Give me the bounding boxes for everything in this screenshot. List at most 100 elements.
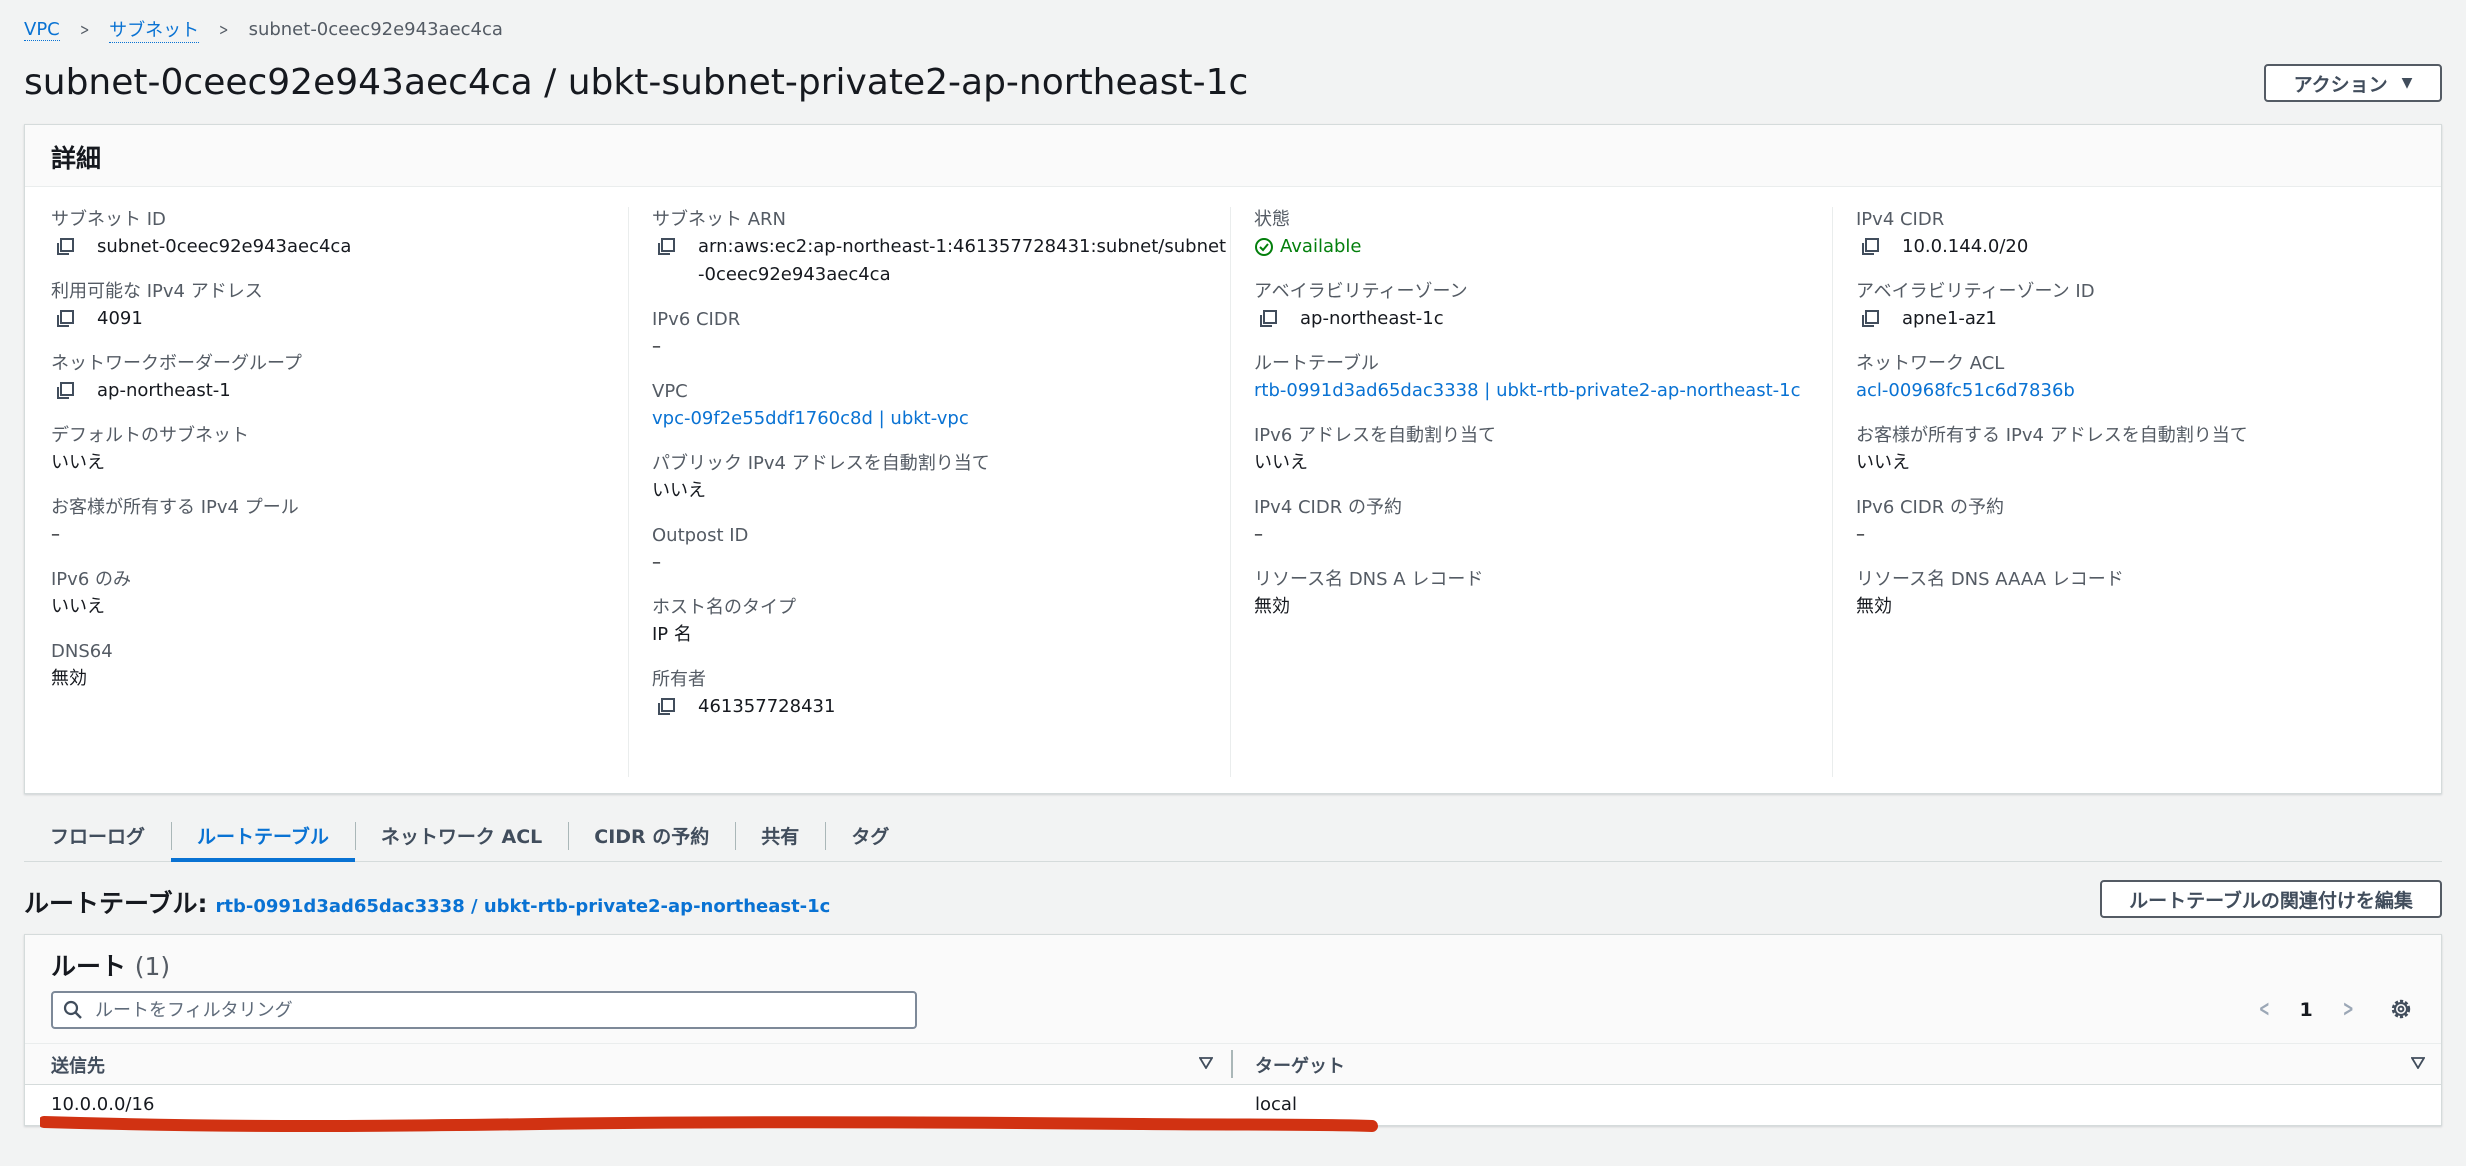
copy-icon[interactable] [1860,309,1880,329]
details-header: 詳細 [25,125,2441,187]
detail-field-value-row: apne1-az1 [1856,305,2436,333]
routes-filter-input[interactable] [95,999,875,1021]
tab-network-acl[interactable]: ネットワーク ACL [354,812,568,862]
routes-count: (1) [134,952,171,981]
detail-field-label: ホスト名のタイプ [652,597,796,618]
column-divider [628,207,629,777]
sort-icon[interactable] [2411,1057,2425,1069]
detail-field: VPC vpc-09f2e55ddf1760c8d | ubkt-vpc [652,379,1232,433]
detail-field: ネットワークボーダーグループ ap-northeast-1 [51,351,631,405]
detail-field-label: VPC [652,381,688,402]
detail-field-value: ap-northeast-1c [1300,308,1444,329]
column-header-destination[interactable]: 送信先 [51,1052,105,1078]
route-table-link[interactable]: rtb-0991d3ad65dac3338 / ubkt-rtb-private… [216,896,831,917]
detail-field-label: 状態 [1254,209,1290,230]
tab-cidr-reservations[interactable]: CIDR の予約 [568,812,735,862]
detail-field-value-row: 4091 [51,305,631,333]
detail-field-value: IP 名 [652,624,692,645]
detail-field-value: – [652,336,661,357]
detail-field-label: アベイラビリティーゾーン [1254,281,1468,302]
tab-route-table[interactable]: ルートテーブル [171,812,355,862]
detail-field-value-row: arn:aws:ec2:ap-northeast-1:461357728431:… [652,233,1232,289]
red-annotation-underline [40,1116,1378,1132]
detail-field: 利用可能な IPv4 アドレス 4091 [51,279,631,333]
search-icon [63,1000,82,1019]
detail-field: サブネット ID subnet-0ceec92e943aec4ca [51,207,631,261]
detail-field-value-row: いいえ [51,593,631,621]
tab-sharing[interactable]: 共有 [735,812,825,862]
column-resizer[interactable] [1231,1050,1233,1078]
pagination: < 1 > [2255,997,2357,1022]
detail-field: ルートテーブル rtb-0991d3ad65dac3338 | ubkt-rtb-… [1254,351,1834,405]
chevron-left-icon[interactable]: < [2259,997,2270,1022]
detail-field-value: いいえ [1254,452,1308,473]
copy-icon[interactable] [55,381,75,401]
detail-field: お客様が所有する IPv4 プール – [51,495,631,549]
detail-field-value: 無効 [51,668,87,689]
chevron-right-icon[interactable]: > [2342,997,2353,1022]
detail-field-label: お客様が所有する IPv4 プール [51,497,299,518]
detail-field-label: リソース名 DNS AAAA レコード [1856,569,2124,590]
status-badge: Available [1254,233,1361,261]
routes-title: ルート (1) [51,947,170,983]
detail-field-label: リソース名 DNS A レコード [1254,569,1484,590]
edit-route-table-association-button[interactable]: ルートテーブルの関連付けを編集 [2100,880,2442,918]
detail-field-value: – [1254,524,1263,545]
breadcrumb: VPC > サブネット > subnet-0ceec92e943aec4ca [24,16,503,43]
detail-field-value-row: vpc-09f2e55ddf1760c8d | ubkt-vpc [652,405,1232,433]
detail-field-label: IPv6 のみ [51,569,131,590]
breadcrumb-vpc-link[interactable]: VPC [24,19,60,41]
detail-field-value: – [51,524,60,545]
detail-field-link[interactable]: vpc-09f2e55ddf1760c8d | ubkt-vpc [652,405,969,433]
tab-tags[interactable]: タグ [825,812,915,862]
page-number[interactable]: 1 [2299,999,2312,1021]
copy-icon[interactable] [1860,237,1880,257]
detail-field-label: デフォルトのサブネット [51,425,249,446]
detail-field: IPv6 CIDR の予約 – [1856,495,2436,549]
details-column-3: 状態 Available アベイラビリティーゾーン ap-northeast-1c ルー… [1254,207,1834,639]
copy-icon[interactable] [1258,309,1278,329]
detail-field-value-row: ap-northeast-1 [51,377,631,405]
details-column-2: サブネット ARN arn:aws:ec2:ap-northeast-1:4613… [652,207,1232,739]
copy-icon[interactable] [55,237,75,257]
breadcrumb-subnets-link[interactable]: サブネット [109,16,200,43]
detail-field: リソース名 DNS A レコード 無効 [1254,567,1834,621]
breadcrumb-current: subnet-0ceec92e943aec4ca [248,19,503,40]
detail-field: DNS64 無効 [51,639,631,693]
detail-field-label: ネットワーク ACL [1856,353,2005,374]
detail-field-value: いいえ [51,452,105,473]
detail-field: アベイラビリティーゾーン ID apne1-az1 [1856,279,2436,333]
copy-icon[interactable] [656,697,676,717]
details-column-1: サブネット ID subnet-0ceec92e943aec4ca 利用可能な IP… [51,207,631,711]
route-table-label: ルートテーブル: [24,889,208,918]
details-title: 詳細 [51,144,102,173]
details-column-4: IPv4 CIDR 10.0.144.0/20 アベイラビリティーゾーン ID apn… [1856,207,2436,639]
detail-field-value: いいえ [652,480,706,501]
routes-panel: ルート (1) < 1 > 送信先 ターゲット 10.0.0.0/16 lo [24,934,2442,1126]
column-header-target[interactable]: ターゲット [1255,1052,1345,1078]
actions-button[interactable]: アクション ▼ [2264,64,2442,102]
detail-field-value: Available [1280,236,1362,257]
detail-field-label: IPv4 CIDR [1856,209,1945,230]
detail-field: ホスト名のタイプ IP 名 [652,595,1232,649]
detail-field-value-row: – [1856,521,2436,549]
detail-field-label: ネットワークボーダーグループ [51,353,302,374]
detail-field-value-row: – [652,549,1232,577]
tab-flow-logs[interactable]: フローログ [24,812,171,862]
column-divider [1230,207,1231,777]
sort-icon[interactable] [1199,1057,1213,1069]
detail-field-value-row: rtb-0991d3ad65dac3338 | ubkt-rtb-private… [1254,377,1834,405]
copy-icon[interactable] [656,237,676,257]
detail-field-value: いいえ [51,596,105,617]
detail-tabs: フローログ ルートテーブル ネットワーク ACL CIDR の予約 共有 タグ [24,812,2442,862]
detail-field-value-row: 461357728431 [652,693,1232,721]
detail-field-value: 10.0.144.0/20 [1902,236,2029,257]
detail-field-value: 4091 [97,308,143,329]
copy-icon[interactable] [55,309,75,329]
detail-field-label: サブネット ID [51,209,166,230]
detail-field-link[interactable]: acl-00968fc51c6d7836b [1856,377,2075,405]
detail-field: お客様が所有する IPv4 アドレスを自動割り当て いいえ [1856,423,2436,477]
detail-field-value: subnet-0ceec92e943aec4ca [97,236,352,257]
detail-field-link[interactable]: rtb-0991d3ad65dac3338 | ubkt-rtb-private… [1254,377,1801,405]
gear-icon[interactable] [2389,997,2413,1021]
